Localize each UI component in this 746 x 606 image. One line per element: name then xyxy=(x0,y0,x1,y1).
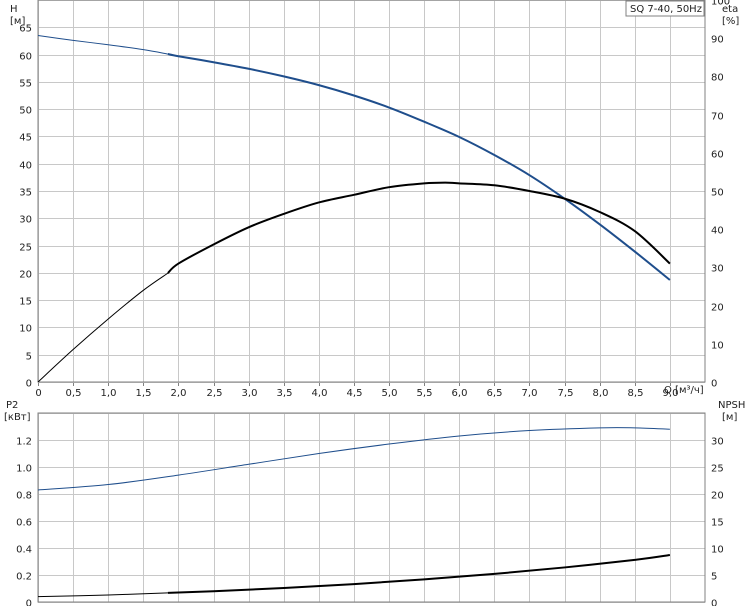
x-tick-label: 0 xyxy=(35,388,41,399)
top-plot-series xyxy=(37,34,671,383)
x-tick-label: 5,0 xyxy=(382,388,398,399)
top-right-tick-label: 0 xyxy=(711,379,717,390)
top-right-tick-label: 20 xyxy=(711,303,724,314)
bottom-plot-grid xyxy=(38,413,705,603)
bottom-left-tick-label: 1.2 xyxy=(16,437,32,448)
top-left-tick-label: 0 xyxy=(26,379,32,390)
top-right-axis-label: eta xyxy=(722,4,738,15)
top-left-axis-label: H xyxy=(10,4,18,15)
top-left-axis-unit: [м] xyxy=(10,16,25,27)
bottom-right-axis-label: NPSH xyxy=(718,400,745,411)
x-tick-label: 1,5 xyxy=(136,388,152,399)
bottom-plot-series xyxy=(37,427,671,598)
top-right-tick-label: 40 xyxy=(711,226,724,237)
top-left-tick-label: 20 xyxy=(19,270,32,281)
top-left-tick-label: 60 xyxy=(19,52,32,63)
top-left-tick-label: 25 xyxy=(19,243,32,254)
top-left-tick-label: 5 xyxy=(26,352,32,363)
bottom-left-tick-label: 1.0 xyxy=(16,464,32,475)
top-right-axis-unit: [%] xyxy=(722,16,739,27)
top-right-tick-label: 50 xyxy=(711,188,724,199)
x-tick-label: 5,5 xyxy=(417,388,433,399)
top-left-tick-label: 40 xyxy=(19,161,32,172)
x-tick-label: 0,5 xyxy=(66,388,82,399)
npsh-curve xyxy=(167,554,671,594)
bottom-left-tick-label: 0.8 xyxy=(16,491,32,502)
top-left-tick-label: 15 xyxy=(19,297,32,308)
bottom-right-tick-label: 20 xyxy=(711,491,724,502)
x-axis-label: Q [м³/ч] xyxy=(664,385,704,396)
top-right-tick-label: 10 xyxy=(711,341,724,352)
bottom-right-tick-label: 10 xyxy=(711,545,724,556)
x-tick-label: 1,0 xyxy=(101,388,117,399)
top-plot-grid xyxy=(38,0,705,386)
npsh-curve-extrapolated xyxy=(37,592,168,598)
bottom-left-axis-label: P2 xyxy=(6,400,18,411)
top-left-tick-label: 55 xyxy=(19,79,32,90)
eta-curve xyxy=(167,181,671,274)
p2-curve-extrapolated xyxy=(37,427,670,491)
top-right-tick-label: 80 xyxy=(711,73,724,84)
x-tick-label: 2,0 xyxy=(171,388,187,399)
tick-labels: 0 0,5 1,0 1,5 2,0 2,5 3,0 3,5 4,0 4,5 5,0 5,5 6,0 6,5… xyxy=(16,0,730,606)
top-right-tick-label: 60 xyxy=(711,150,724,161)
legend-text: SQ 7-40, 50Hz xyxy=(630,4,702,15)
bottom-right-tick-label: 30 xyxy=(711,437,724,448)
pump-performance-chart: 0 0,5 1,0 1,5 2,0 2,5 3,0 3,5 4,0 4,5 5,0 5,5 6,0 6,5… xyxy=(4,0,745,606)
bottom-right-tick-label: 25 xyxy=(711,464,724,475)
x-tick-label: 8,5 xyxy=(628,388,644,399)
bottom-right-tick-label: 5 xyxy=(711,572,717,583)
x-tick-label: 6,0 xyxy=(452,388,468,399)
x-tick-label: 4,5 xyxy=(347,388,363,399)
bottom-left-tick-label: 0.4 xyxy=(16,545,32,556)
top-left-tick-label: 45 xyxy=(19,133,32,144)
top-left-tick-label: 35 xyxy=(19,188,32,199)
bottom-left-tick-label: 0.6 xyxy=(16,518,32,529)
bottom-plot-frame xyxy=(37,412,706,603)
bottom-right-axis-unit: [м] xyxy=(722,412,737,423)
bottom-left-tick-label: 0 xyxy=(26,599,32,606)
top-left-tick-label: 50 xyxy=(19,106,32,117)
x-tick-label: 8,0 xyxy=(593,388,609,399)
x-tick-label: 2,5 xyxy=(207,388,223,399)
top-right-tick-label: 30 xyxy=(711,264,724,275)
top-right-tick-label: 70 xyxy=(711,112,724,123)
top-left-tick-label: 30 xyxy=(19,215,32,226)
head-curve-extrapolated xyxy=(37,34,168,55)
top-left-tick-label: 10 xyxy=(19,324,32,335)
bottom-right-tick-label: 0 xyxy=(711,599,717,606)
bottom-right-tick-label: 15 xyxy=(711,518,724,529)
x-tick-label: 7,5 xyxy=(558,388,574,399)
x-tick-label: 3,0 xyxy=(242,388,258,399)
x-tick-label: 4,0 xyxy=(312,388,328,399)
bottom-left-tick-label: 0.2 xyxy=(16,572,32,583)
top-right-tick-label: 90 xyxy=(711,35,724,46)
bottom-left-axis-unit: [кВт] xyxy=(4,412,31,423)
x-tick-label: 3,5 xyxy=(277,388,293,399)
x-tick-label: 7,0 xyxy=(522,388,538,399)
x-tick-label: 6,5 xyxy=(487,388,503,399)
